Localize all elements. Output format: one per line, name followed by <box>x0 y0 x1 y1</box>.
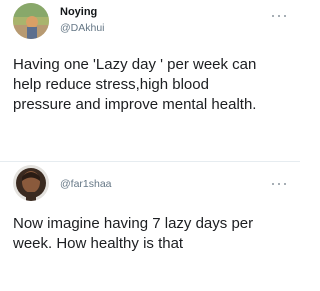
avatar-image <box>13 165 49 201</box>
tweet-text-line: pressure and improve mental health. <box>13 96 257 113</box>
more-dots-icon[interactable] <box>272 181 286 187</box>
tweet-divider <box>0 161 300 162</box>
tweet-text: Having one 'Lazy day ' per week can help… <box>13 55 293 115</box>
user-handle[interactable]: @far1shaa <box>60 178 112 190</box>
tweet-text: Now imagine having 7 lazy days per week.… <box>13 214 293 254</box>
tweet-text-line: help reduce stress,high blood <box>13 76 209 93</box>
avatar[interactable] <box>13 3 49 39</box>
tweet-text-line: Having one 'Lazy day ' per week can <box>13 56 257 73</box>
avatar-image <box>13 3 49 39</box>
tweet-text-line: week. How healthy is that <box>13 235 184 252</box>
more-dots-icon[interactable] <box>272 13 286 19</box>
avatar[interactable] <box>13 165 49 201</box>
display-name[interactable]: Noying <box>60 6 97 18</box>
user-handle[interactable]: @DAkhui <box>60 22 105 34</box>
tweet-card: Noying @DAkhui Having one 'Lazy day ' pe… <box>0 0 300 160</box>
tweet-text-line: Now imagine having 7 lazy days per <box>13 215 254 232</box>
tweet-card: @far1shaa Now imagine having 7 lazy days… <box>0 163 300 291</box>
